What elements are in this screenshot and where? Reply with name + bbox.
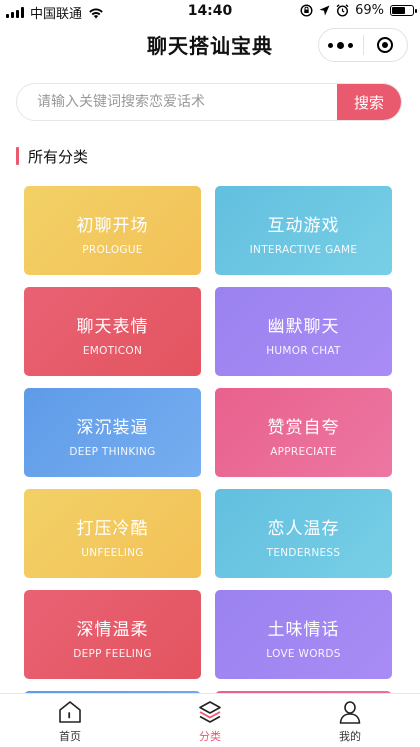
category-title: 深沉装逼 [76, 418, 149, 438]
category-card[interactable]: 赞赏自夸 APPRECIATE [215, 388, 392, 477]
home-icon [59, 701, 81, 723]
category-title: 初聊开场 [76, 216, 149, 236]
category-card[interactable]: 土味情话 LOVE WORDS [215, 590, 392, 679]
category-title: 赞赏自夸 [267, 418, 340, 438]
location-icon [319, 5, 330, 16]
category-subtitle: PROLOGUE [82, 244, 143, 256]
category-subtitle: UNFEELING [81, 547, 144, 559]
search-button[interactable]: 搜索 [337, 84, 401, 120]
section-accent-bar [16, 147, 19, 165]
tab-category[interactable]: 分类 [140, 694, 280, 747]
mini-program-capsule [318, 28, 408, 62]
tab-bar: 首页 分类 我的 [0, 693, 420, 747]
category-card[interactable]: 初聊开场 PROLOGUE [24, 186, 201, 275]
category-title: 深情温柔 [76, 620, 149, 640]
category-card[interactable]: 深情温柔 DEPP FEELING [24, 590, 201, 679]
battery-percent: 69% [355, 3, 384, 18]
status-right: 69% [300, 3, 417, 18]
category-subtitle: DEEP THINKING [69, 446, 156, 458]
nav-bar: 聊天搭讪宝典 [0, 22, 420, 68]
category-card[interactable]: 打压冷酷 UNFEELING [24, 489, 201, 578]
target-icon[interactable] [364, 37, 408, 53]
more-dots-icon[interactable] [319, 41, 363, 49]
category-card[interactable]: 深沉装逼 DEEP THINKING [24, 388, 201, 477]
category-title: 幽默聊天 [267, 317, 340, 337]
category-title: 打压冷酷 [76, 519, 149, 539]
category-subtitle: EMOTICON [82, 345, 143, 357]
category-title: 互动游戏 [267, 216, 340, 236]
alarm-icon [336, 4, 349, 17]
user-icon [339, 701, 361, 724]
search-bar: 搜索 [16, 83, 402, 121]
tab-home-label: 首页 [59, 730, 81, 743]
tab-profile[interactable]: 我的 [280, 694, 420, 747]
battery-icon [390, 5, 417, 16]
category-title: 土味情话 [267, 620, 340, 640]
category-card[interactable]: 聊天表情 EMOTICON [24, 287, 201, 376]
category-card[interactable]: 恋人温存 TENDERNESS [215, 489, 392, 578]
section-header: 所有分类 [16, 146, 88, 166]
category-subtitle: HUMOR CHAT [266, 345, 341, 357]
category-title: 聊天表情 [76, 317, 149, 337]
category-subtitle: APPRECIATE [270, 446, 337, 458]
search-input[interactable] [17, 84, 337, 120]
category-card[interactable]: 幽默聊天 HUMOR CHAT [215, 287, 392, 376]
category-subtitle: DEPP FEELING [73, 648, 152, 660]
battery-level [392, 7, 406, 14]
rotation-lock-icon [300, 4, 313, 17]
section-title: 所有分类 [28, 147, 89, 166]
category-subtitle: INTERACTIVE GAME [249, 244, 358, 256]
category-subtitle: LOVE WORDS [266, 648, 341, 660]
category-title: 恋人温存 [267, 519, 340, 539]
tab-home[interactable]: 首页 [0, 694, 140, 747]
category-card[interactable]: 互动游戏 INTERACTIVE GAME [215, 186, 392, 275]
category-grid: 初聊开场 PROLOGUE 互动游戏 INTERACTIVE GAME 聊天表情… [24, 186, 392, 696]
tab-profile-label: 我的 [339, 730, 361, 743]
status-bar: 中国联通 14:40 69% [0, 0, 420, 22]
tab-category-label: 分类 [199, 730, 221, 743]
category-subtitle: TENDERNESS [266, 547, 341, 559]
layers-icon [199, 701, 221, 723]
